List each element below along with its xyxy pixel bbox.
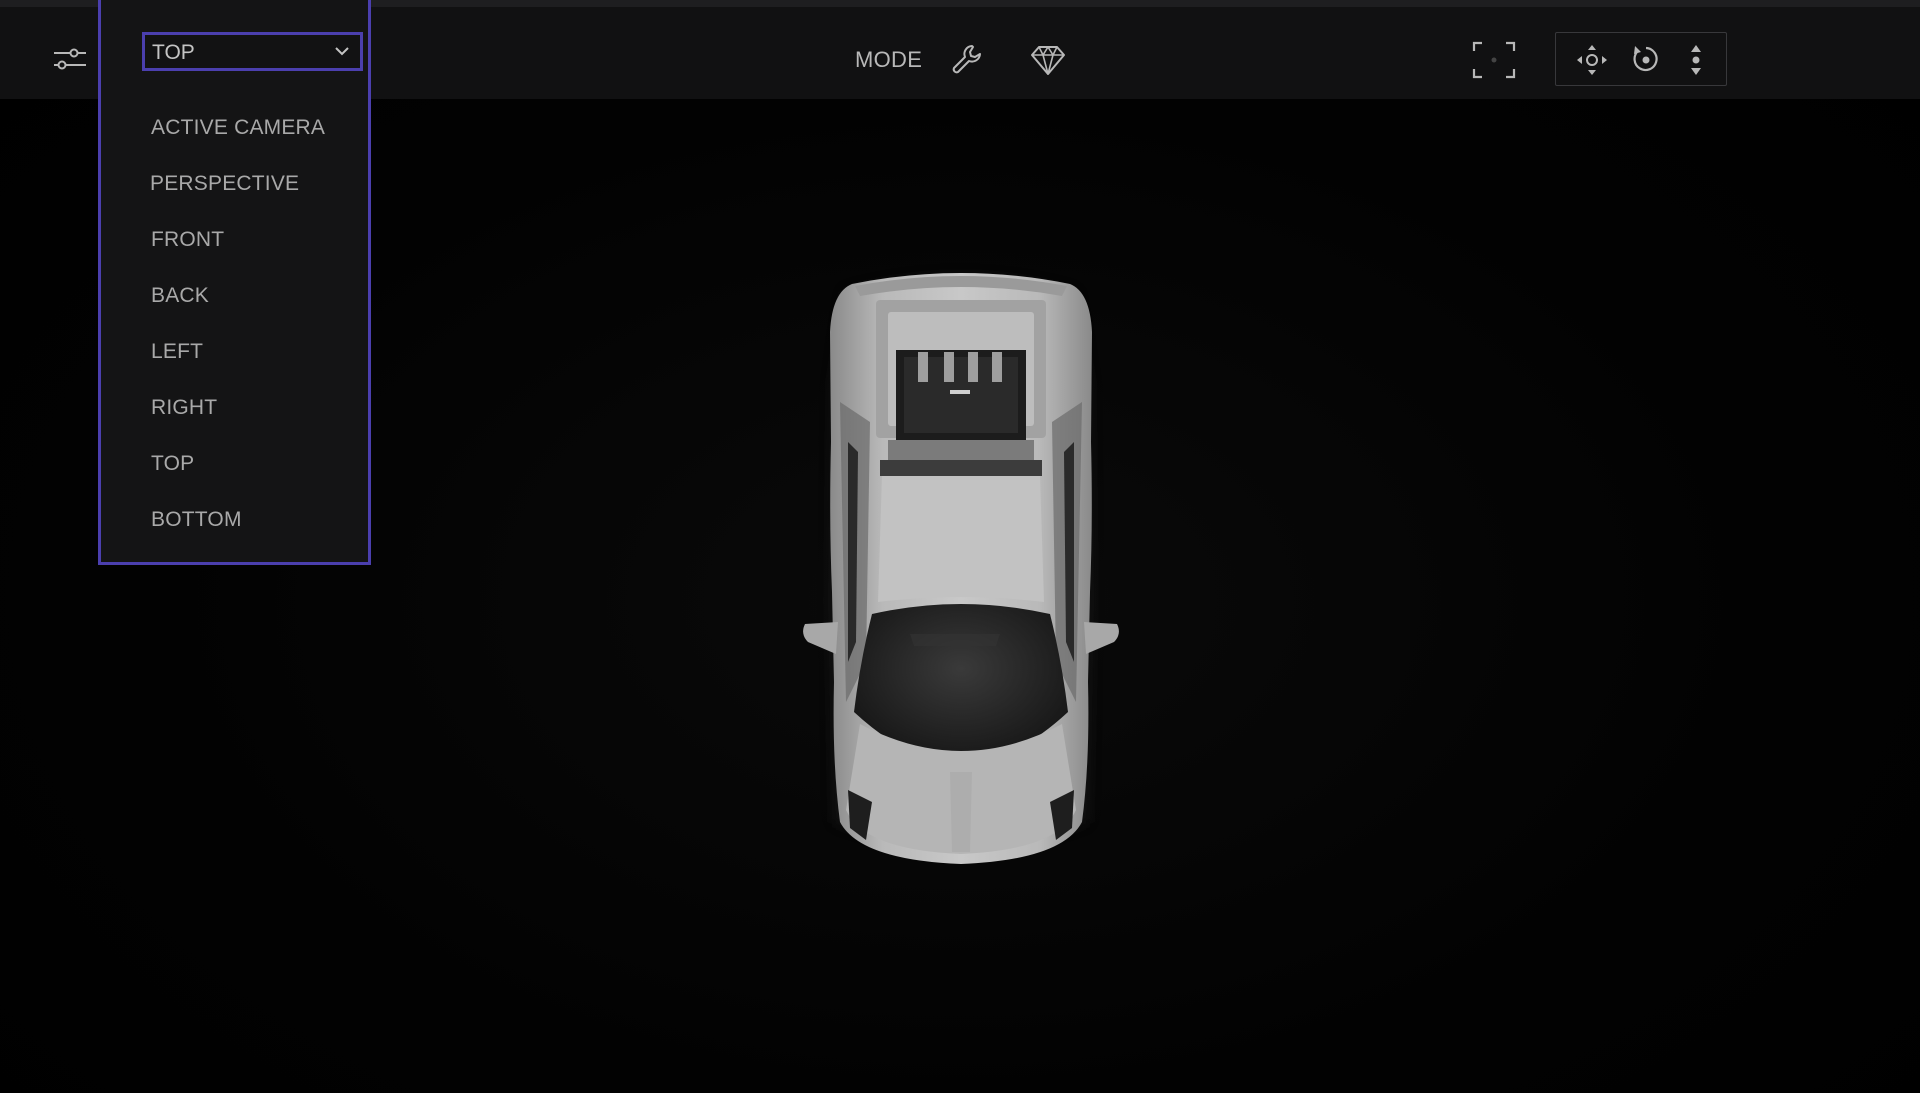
wrench-icon[interactable] <box>947 40 989 80</box>
chevron-down-icon <box>335 47 349 56</box>
mode-label: MODE <box>855 47 923 72</box>
view-option-back[interactable]: BACK <box>151 284 209 308</box>
view-select-value: TOP <box>152 41 195 64</box>
zoom-arrows-icon[interactable] <box>1675 41 1717 79</box>
view-select[interactable]: TOP <box>142 32 363 71</box>
focus-frame-icon[interactable] <box>1470 39 1518 81</box>
car-model[interactable] <box>800 262 1122 870</box>
3d-viewport[interactable]: MODE TOP ACTIVE CAMERA PERSPECTIVE FRONT… <box>0 0 1920 1093</box>
view-option-right[interactable]: RIGHT <box>151 396 217 420</box>
view-option-front[interactable]: FRONT <box>151 228 224 252</box>
gem-icon[interactable] <box>1027 40 1069 80</box>
orbit-icon[interactable] <box>1625 41 1667 79</box>
view-option-top[interactable]: TOP <box>151 452 194 476</box>
view-option-left[interactable]: LEFT <box>151 340 203 364</box>
view-option-active-camera[interactable]: ACTIVE CAMERA <box>151 116 325 140</box>
view-dropdown-menu <box>98 0 371 565</box>
view-option-perspective[interactable]: PERSPECTIVE <box>150 172 299 196</box>
pan-arrows-icon[interactable] <box>1571 41 1613 79</box>
view-option-bottom[interactable]: BOTTOM <box>151 508 242 532</box>
car-top-view-render <box>803 273 1119 864</box>
sliders-icon[interactable] <box>48 41 92 77</box>
